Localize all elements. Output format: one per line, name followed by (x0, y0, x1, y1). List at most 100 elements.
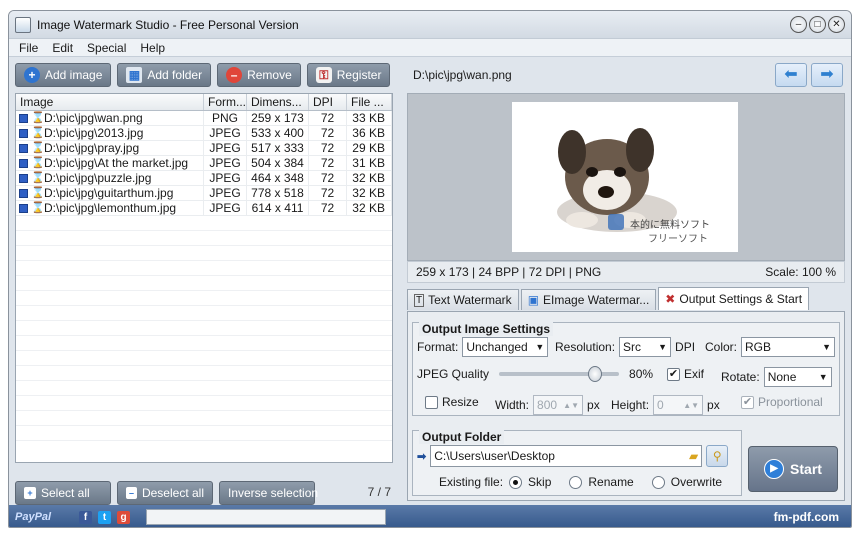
googleplus-icon[interactable]: g (117, 510, 131, 524)
deselect-all-icon: – (126, 487, 137, 499)
col-filesize[interactable]: File ... (347, 94, 392, 110)
tab-image-watermark[interactable]: ▣ EImage Watermar... (520, 289, 657, 310)
row-checkbox[interactable] (19, 173, 28, 183)
table-row[interactable]: ⌛ D:\pic\jpg\wan.png PNG 259 x 173 72 33 KB (16, 111, 392, 126)
register-icon: ⚿ (315, 67, 332, 83)
row-checkbox[interactable] (19, 158, 28, 168)
add-image-label: Add image (45, 68, 103, 82)
search-icon: ⚲ (712, 449, 722, 463)
jpeg-quality-slider[interactable] (499, 366, 620, 382)
width-stepper[interactable]: 800 ▲▼ (533, 395, 584, 415)
minimize-button[interactable]: – (790, 16, 807, 33)
browse-folder-button[interactable]: ⚲ (706, 445, 729, 467)
height-unit: px (707, 398, 720, 412)
cell-path: D:\pic\jpg\wan.png (44, 111, 143, 125)
image-info-bar: 259 x 173 | 24 BPP | 72 DPI | PNG Scale:… (407, 261, 845, 283)
inverse-selection-label: Inverse selection (228, 486, 319, 500)
row-checkbox[interactable] (19, 113, 28, 123)
exif-checkbox[interactable]: ✔ (667, 367, 680, 381)
cell-image: ⌛ D:\pic\jpg\At the market.jpg (16, 156, 204, 170)
height-stepper[interactable]: 0 ▲▼ (653, 395, 704, 415)
table-header: Image Form... Dimens... DPI File ... (16, 94, 392, 111)
tab-text-watermark[interactable]: T Text Watermark (407, 289, 519, 310)
skip-radio[interactable] (509, 475, 523, 489)
row-checkbox[interactable] (19, 128, 28, 138)
puppy-image: 本的に無料ソフト フリーソフト (557, 128, 710, 245)
table-row[interactable]: ⌛ D:\pic\jpg\At the market.jpg JPEG 504 x 3… (16, 156, 392, 171)
table-row[interactable]: ⌛ D:\pic\jpg\pray.jpg JPEG 517 x 333 72 29 KB (16, 141, 392, 156)
proportional-checkbox[interactable]: ✔ (741, 395, 754, 409)
remove-button[interactable]: – Remove (217, 63, 301, 87)
close-button[interactable]: ✕ (828, 16, 845, 33)
existing-file-label: Existing file: (439, 475, 504, 489)
title-bar: Image Watermark Studio - Free Personal V… (9, 11, 851, 39)
cell-image: ⌛ D:\pic\jpg\2013.jpg (16, 126, 204, 140)
menu-file[interactable]: File (19, 41, 38, 55)
preview-path: D:\pic\jpg\wan.png (413, 68, 512, 82)
row-checkbox[interactable] (19, 188, 28, 198)
tab-output-settings[interactable]: ✖ Output Settings & Start (658, 287, 810, 310)
facebook-icon[interactable]: f (79, 510, 93, 524)
rename-radio[interactable] (569, 475, 583, 489)
dpi-label: DPI (675, 340, 696, 354)
color-select[interactable]: RGB ▼ (741, 337, 836, 357)
empty-row (16, 426, 392, 441)
slider-thumb[interactable] (588, 366, 603, 382)
col-format[interactable]: Form... (204, 94, 247, 110)
format-field: Format: Unchanged ▼ (417, 337, 549, 357)
hourglass-icon: ⌛ (31, 187, 45, 199)
select-all-button[interactable]: + Select all (15, 481, 111, 505)
empty-row (16, 291, 392, 306)
next-image-button[interactable]: ➡ (811, 63, 843, 87)
output-image-settings-title: Output Image Settings (419, 322, 554, 336)
start-label: Start (790, 461, 822, 477)
resize-checkbox[interactable] (425, 395, 438, 409)
color-field: Color: RGB ▼ (705, 337, 836, 357)
cell-format: PNG (204, 111, 247, 125)
preview-pane: D:\pic\jpg\wan.png ⬅ ➡ 本的に無料ソフト フリーソフト 2… (405, 61, 849, 501)
output-folder-group: Output Folder ➡ C:\Users\user\Desktop ▰ ⚲… (412, 430, 742, 496)
col-image[interactable]: Image (16, 94, 204, 110)
color-label: Color: (705, 340, 738, 354)
deselect-all-button[interactable]: – Deselect all (117, 481, 213, 505)
row-checkbox[interactable] (19, 203, 28, 213)
cell-path: D:\pic\jpg\puzzle.jpg (44, 171, 152, 185)
menu-edit[interactable]: Edit (52, 41, 73, 55)
paypal-link[interactable]: PayPal (15, 511, 51, 523)
deselect-all-label: Deselect all (141, 486, 204, 500)
row-checkbox[interactable] (19, 143, 28, 153)
table-row[interactable]: ⌛ D:\pic\jpg\lemonthum.jpg JPEG 614 x 411 72… (16, 201, 392, 216)
table-row[interactable]: ⌛ D:\pic\jpg\puzzle.jpg JPEG 464 x 348 72 32 … (16, 171, 392, 186)
menu-special[interactable]: Special (87, 41, 126, 55)
resolution-select[interactable]: Src ▼ (619, 337, 672, 357)
twitter-icon[interactable]: t (98, 510, 112, 524)
col-dimensions[interactable]: Dimens... (247, 94, 309, 110)
rotate-select[interactable]: None ▼ (763, 367, 832, 387)
maximize-button[interactable]: □ (809, 16, 826, 33)
overwrite-radio[interactable] (651, 475, 665, 489)
chevron-down-icon: ▼ (818, 372, 828, 382)
empty-row (16, 216, 392, 231)
tools-icon: ✖ (665, 292, 676, 306)
cell-dpi: 72 (309, 141, 347, 155)
col-dpi[interactable]: DPI (309, 94, 347, 110)
table-row[interactable]: ⌛ D:\pic\jpg\2013.jpg JPEG 533 x 400 72 36 KB (16, 126, 392, 141)
table-row[interactable]: ⌛ D:\pic\jpg\guitarthum.jpg JPEG 778 x 518 7… (16, 186, 392, 201)
inverse-selection-button[interactable]: Inverse selection (219, 481, 319, 505)
add-image-button[interactable]: + Add image (15, 63, 112, 87)
folder-icon[interactable]: ▰ (689, 449, 698, 463)
add-folder-button[interactable]: ▦ Add folder (117, 63, 212, 87)
start-button[interactable]: ▶ Start (748, 446, 838, 492)
jpeg-quality-value: 80% (629, 367, 654, 381)
cell-dimensions: 614 x 411 (247, 201, 309, 215)
menu-help[interactable]: Help (140, 41, 165, 55)
select-all-label: Select all (41, 486, 90, 500)
proportional-label: Proportional (758, 395, 823, 409)
previous-image-button[interactable]: ⬅ (775, 63, 807, 87)
output-folder-path: C:\Users\user\Desktop (434, 449, 555, 463)
site-link[interactable]: fm-pdf.com (774, 510, 839, 524)
register-button[interactable]: ⚿ Register (306, 63, 391, 87)
cell-dimensions: 778 x 518 (247, 186, 309, 200)
output-folder-input[interactable]: C:\Users\user\Desktop ▰ (430, 445, 703, 467)
format-select[interactable]: Unchanged ▼ (462, 337, 549, 357)
